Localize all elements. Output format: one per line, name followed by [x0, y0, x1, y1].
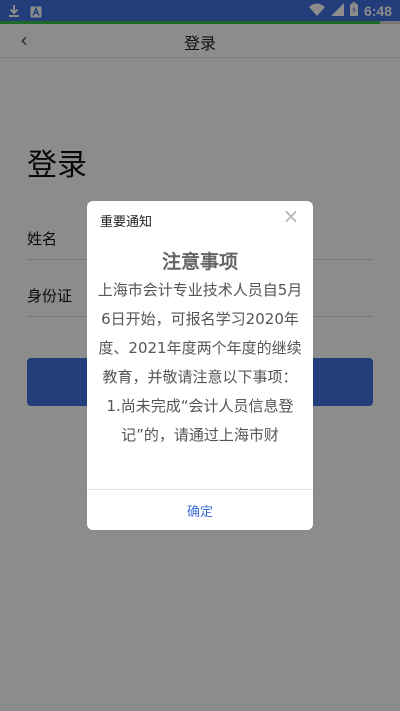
dialog-footer: 确定 — [87, 489, 313, 530]
dialog-body[interactable]: 注意事项 上海市会计专业技术人员自5月6日开始，可报名学习2020年度、2021… — [87, 247, 313, 489]
close-icon[interactable]: × — [281, 205, 301, 227]
notice-dialog: 重要通知 × 注意事项 上海市会计专业技术人员自5月6日开始，可报名学习2020… — [87, 201, 313, 530]
notice-heading: 注意事项 — [161, 251, 238, 273]
dialog-title: 重要通知 — [100, 215, 153, 230]
confirm-button[interactable]: 确定 — [87, 490, 313, 530]
notice-paragraph-1: 上海市会计专业技术人员自5月6日开始，可报名学习2020年度、2021年度两个年… — [97, 281, 303, 386]
notice-paragraph-2: 1.尚未完成“会计人员信息登记”的，请通过上海市财 — [106, 397, 294, 444]
